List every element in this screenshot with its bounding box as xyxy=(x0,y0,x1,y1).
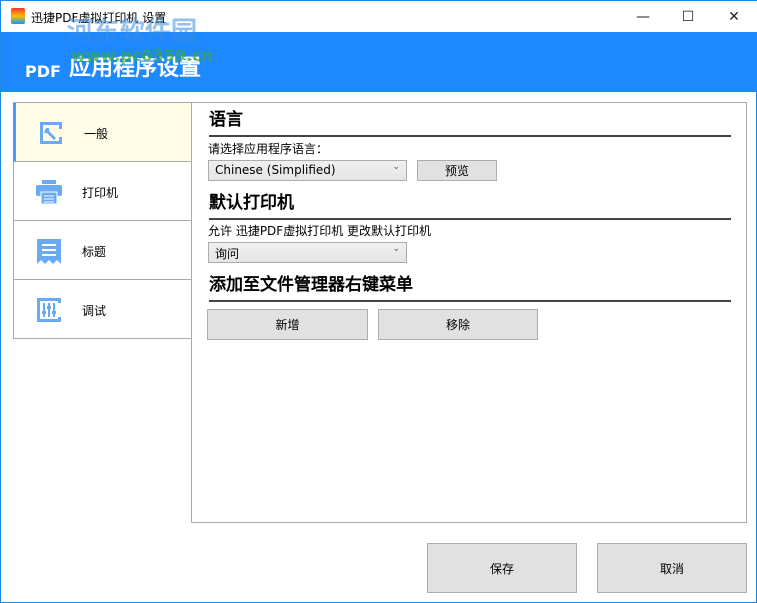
sidebar-item-label: 打印机 xyxy=(82,186,119,200)
sidebar-item-title[interactable]: 标题 xyxy=(14,221,191,280)
pdf-logo: PDF xyxy=(25,62,61,81)
maximize-button[interactable]: ☐ xyxy=(665,1,711,32)
language-value: Chinese (Simplified) xyxy=(215,163,336,177)
sidebar-item-label: 调试 xyxy=(82,304,107,318)
app-icon xyxy=(11,8,25,24)
remove-button[interactable]: 移除 xyxy=(378,309,538,340)
minimize-button[interactable]: — xyxy=(620,1,666,32)
printer-label: 允许 迅捷PDF虚拟打印机 更改默认打印机 xyxy=(208,224,432,238)
language-select[interactable]: Chinese (Simplified) ⌄ xyxy=(208,160,407,181)
default-printer-select[interactable]: 询问 ⌄ xyxy=(208,242,407,263)
language-label: 请选择应用程序语言： xyxy=(208,142,329,156)
sidebar-item-label: 标题 xyxy=(82,245,107,259)
chevron-down-icon: ⌄ xyxy=(392,244,400,254)
printer-heading: 默认打印机 xyxy=(209,190,731,220)
language-heading: 语言 xyxy=(209,107,731,137)
wrench-icon xyxy=(40,122,62,144)
page-title: 应用程序设置 xyxy=(69,56,202,81)
close-button[interactable]: ✕ xyxy=(711,1,757,32)
preview-button[interactable]: 预览 xyxy=(417,160,497,181)
sidebar-item-printer[interactable]: 打印机 xyxy=(14,162,191,221)
printer-value: 询问 xyxy=(215,247,240,261)
sidebar-item-debug[interactable]: 调试 xyxy=(14,280,191,339)
cancel-button[interactable]: 取消 xyxy=(597,543,747,593)
printer-icon xyxy=(36,180,62,205)
context-menu-heading: 添加至文件管理器右键菜单 xyxy=(209,272,731,302)
save-button[interactable]: 保存 xyxy=(427,543,577,593)
sidebar: 一般 打印机 标题 调试 xyxy=(13,102,192,339)
sidebar-item-general[interactable]: 一般 xyxy=(13,103,191,162)
header-banner: PDF 应用程序设置 xyxy=(1,32,757,92)
chevron-down-icon: ⌄ xyxy=(392,162,400,172)
title-bar: 迅捷PDF虚拟打印机 设置 — ☐ ✕ xyxy=(1,1,757,32)
debug-icon xyxy=(37,298,61,322)
add-button[interactable]: 新增 xyxy=(207,309,368,340)
window-title: 迅捷PDF虚拟打印机 设置 xyxy=(31,11,167,25)
sidebar-item-label: 一般 xyxy=(84,127,109,141)
settings-panel: 语言 请选择应用程序语言： Chinese (Simplified) ⌄ 预览 默… xyxy=(191,102,747,523)
title-icon xyxy=(37,239,61,264)
